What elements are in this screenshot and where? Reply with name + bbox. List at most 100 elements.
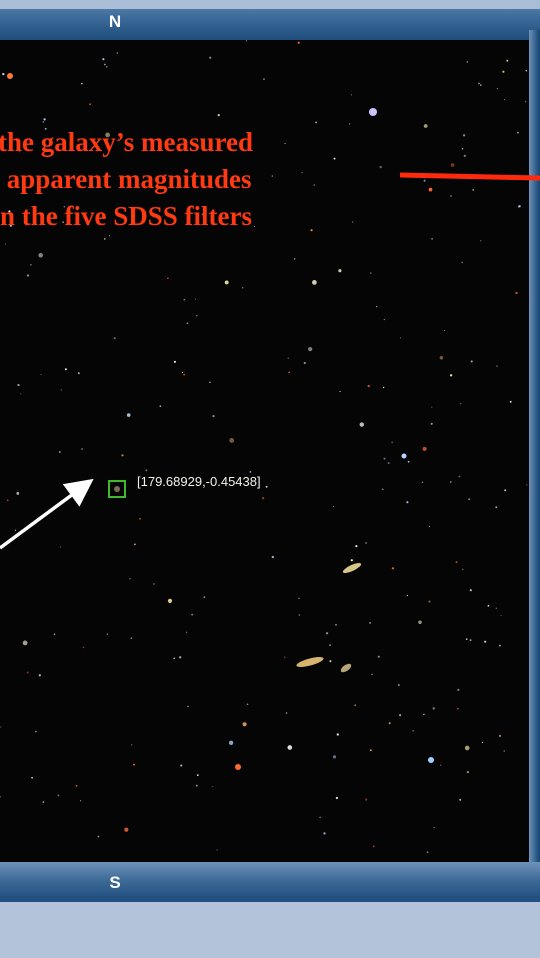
bright-star <box>7 73 13 79</box>
star-dot <box>369 749 372 752</box>
star-dot <box>312 280 317 285</box>
star-dot <box>456 707 459 710</box>
star-dot <box>391 567 394 570</box>
bright-star <box>428 757 434 763</box>
star-dot <box>463 154 466 157</box>
star-dot <box>180 764 183 767</box>
star-dot <box>209 381 211 383</box>
bright-star <box>401 453 407 459</box>
star-dot <box>450 195 452 197</box>
star-dot <box>432 707 435 710</box>
star-dot <box>263 78 265 80</box>
star-dot <box>461 568 464 571</box>
star-dot <box>459 798 462 801</box>
star-dot <box>60 546 62 548</box>
star-dot <box>60 389 62 391</box>
star-dot <box>191 613 193 616</box>
target-marker[interactable] <box>108 480 126 498</box>
star-dot <box>335 623 337 626</box>
star-dot <box>383 319 385 321</box>
star-dot <box>113 337 116 340</box>
star-dot <box>287 357 289 359</box>
star-dot <box>283 656 286 659</box>
star-dot <box>515 291 518 295</box>
star-dot <box>426 851 429 854</box>
star-dot <box>126 413 131 417</box>
star-dot <box>325 632 329 635</box>
star-dot <box>43 118 46 121</box>
star-dot <box>457 688 460 692</box>
star-dot <box>80 800 82 802</box>
star-dot <box>354 704 357 707</box>
star-dot <box>487 605 490 607</box>
star-dot <box>496 87 499 90</box>
star-dot <box>77 372 80 375</box>
star-dot <box>428 525 431 527</box>
star-dot <box>145 469 148 472</box>
star-dot <box>17 383 20 387</box>
top-frame-bar: N <box>0 0 540 40</box>
star-dot <box>498 644 501 647</box>
star-dot <box>399 337 402 339</box>
star-dot <box>469 639 472 641</box>
star-dot <box>525 484 528 486</box>
star-dot <box>367 384 370 388</box>
star-dot <box>183 373 185 376</box>
star-dot <box>423 124 428 128</box>
star-dot <box>480 84 482 86</box>
star-dot <box>139 517 142 520</box>
star-dot <box>406 501 409 504</box>
star-dot <box>133 763 135 766</box>
star-dot <box>480 240 482 242</box>
star-dot <box>433 826 435 828</box>
star-dot <box>371 673 373 675</box>
star-dot <box>496 365 498 367</box>
star-dot <box>212 415 215 418</box>
star-dot <box>387 462 390 465</box>
star-dot <box>102 58 105 61</box>
star-dot <box>335 796 339 800</box>
star-dot <box>329 644 332 647</box>
star-dot <box>478 82 480 85</box>
star-dot <box>503 99 506 101</box>
star-dot <box>0 726 2 728</box>
star-dot <box>26 274 29 277</box>
star-dot <box>31 776 33 779</box>
footer-area <box>0 902 540 958</box>
star-dot <box>503 750 505 752</box>
star-dot <box>455 561 458 563</box>
galaxy-blob <box>342 562 362 574</box>
star-dot <box>217 113 220 117</box>
star-dot <box>287 745 293 750</box>
star-dot <box>472 189 475 191</box>
star-dot <box>57 794 60 797</box>
star-dot <box>319 816 321 818</box>
star-dot <box>423 713 425 716</box>
star-dot <box>82 646 85 649</box>
star-dot <box>462 134 466 137</box>
bright-star <box>369 108 377 116</box>
star-dot <box>518 205 521 208</box>
star-dot <box>412 730 414 732</box>
star-dot <box>430 422 433 425</box>
star-dot <box>241 287 244 289</box>
star-dot <box>470 360 473 363</box>
star-dot <box>339 390 341 393</box>
star-dot <box>271 555 274 559</box>
star-dot <box>224 280 229 285</box>
star-dot <box>229 438 235 443</box>
star-dot <box>288 371 290 374</box>
star-dot <box>449 374 453 377</box>
star-dot <box>212 785 214 788</box>
star-dot <box>464 745 470 751</box>
star-dot <box>484 640 487 643</box>
star-dot <box>303 361 306 365</box>
star-dot <box>431 237 434 240</box>
star-dot <box>383 457 386 460</box>
star-dot <box>196 774 199 776</box>
star-dot <box>459 402 462 405</box>
star-dot <box>173 657 176 660</box>
star-dot <box>2 72 5 76</box>
star-dot <box>450 481 452 483</box>
galaxy-blob <box>296 657 324 667</box>
